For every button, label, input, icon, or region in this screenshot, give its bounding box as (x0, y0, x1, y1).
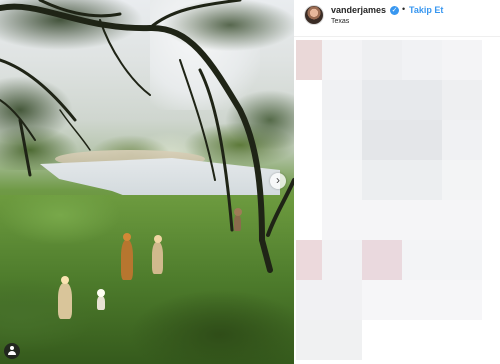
child-figure (121, 240, 133, 280)
chevron-right-icon: › (276, 173, 280, 187)
child-figure (152, 242, 163, 274)
blur-tile (442, 80, 482, 120)
pixelated-comments-area (294, 40, 500, 364)
verified-badge-icon: ✓ (390, 6, 399, 15)
blur-tile (362, 120, 442, 160)
blur-tile (322, 40, 362, 80)
blur-tile (362, 40, 402, 80)
blur-tile (362, 160, 442, 200)
blur-tile (362, 280, 482, 320)
blur-tile (322, 240, 362, 280)
blur-tile (402, 240, 482, 280)
blur-tile (322, 200, 482, 240)
blur-tile (322, 160, 362, 200)
post-header: vanderjames ✓ • Takip Et Texas (294, 0, 500, 37)
oak-branches (0, 0, 294, 273)
blur-tile (442, 40, 482, 80)
blur-tile (442, 120, 482, 160)
blur-tile (442, 160, 482, 200)
blur-tile (362, 240, 402, 280)
user-tag-icon[interactable] (4, 343, 20, 359)
blur-tile (322, 80, 362, 120)
blur-tile (296, 280, 362, 320)
carousel-next-button[interactable]: › (270, 173, 286, 189)
location-link[interactable]: Texas (331, 18, 349, 25)
child-figure (234, 215, 241, 231)
blur-tile (322, 120, 362, 160)
blur-tile (296, 240, 322, 280)
child-figure (58, 283, 72, 319)
username-link[interactable]: vanderjames (331, 5, 386, 15)
avatar[interactable] (304, 5, 324, 25)
blur-tile (362, 80, 442, 120)
blur-tile (296, 320, 362, 360)
separator-dot: • (402, 4, 406, 14)
blur-tile (402, 40, 442, 80)
blur-tile (296, 40, 322, 80)
dog-figure (97, 296, 105, 310)
post-photo[interactable]: › (0, 0, 294, 364)
post-side-panel: vanderjames ✓ • Takip Et Texas (294, 0, 500, 364)
follow-button[interactable]: Takip Et (409, 5, 443, 15)
